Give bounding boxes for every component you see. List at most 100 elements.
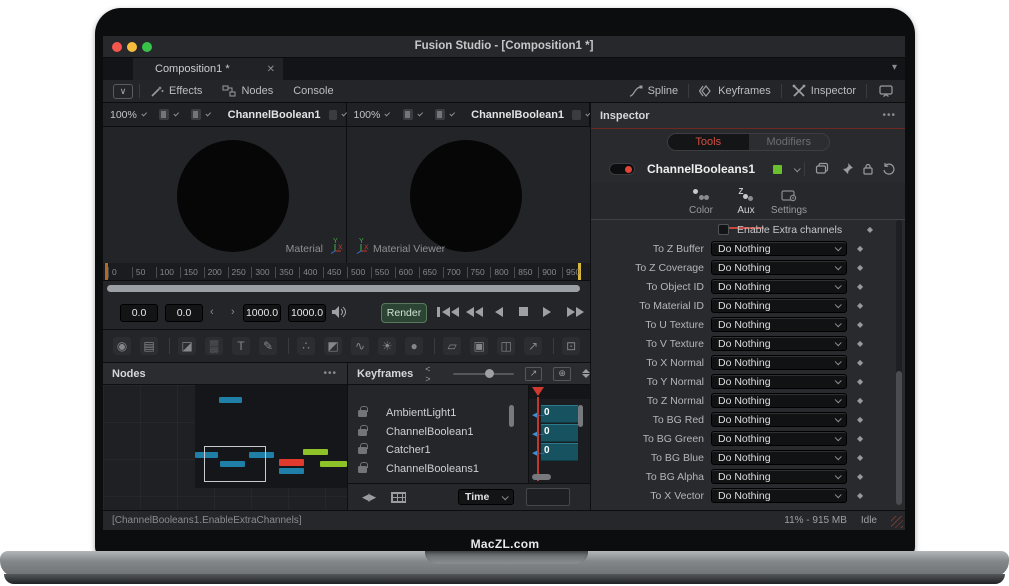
- keyframe-diamond-icon[interactable]: ◆: [857, 472, 863, 481]
- chevron-down-icon[interactable]: [141, 111, 147, 117]
- left-zoom-level[interactable]: 100%: [110, 109, 137, 121]
- merge-icon[interactable]: ▣: [470, 337, 488, 355]
- chevron-down-icon[interactable]: [385, 111, 391, 117]
- keyframe-diamond-icon[interactable]: ◆: [857, 415, 863, 424]
- merge-3d-icon[interactable]: ◫: [497, 337, 515, 355]
- subtab-settings[interactable]: Settings: [767, 187, 811, 216]
- keyframe-diamond-icon[interactable]: ◆: [857, 282, 863, 291]
- right-zoom-level[interactable]: 100%: [354, 109, 381, 121]
- fit-width-icon[interactable]: < >: [425, 364, 441, 384]
- chevron-down-icon[interactable]: [794, 165, 801, 172]
- enable-extra-channels-checkbox[interactable]: [718, 224, 729, 235]
- version-color-swatch[interactable]: [773, 165, 782, 174]
- keyframe-diamond-icon[interactable]: ◆: [867, 225, 873, 234]
- render-button[interactable]: Render: [381, 303, 427, 323]
- tab-composition1[interactable]: Composition1 * ✕: [133, 58, 283, 80]
- chevron-down-icon[interactable]: [206, 111, 212, 117]
- inspector-scrollbar-thumb[interactable]: [896, 371, 902, 505]
- skip-to-start-button[interactable]: [437, 307, 459, 317]
- time-ruler[interactable]: 0501001502002503003504004505005506006507…: [103, 263, 590, 281]
- keyframe-track[interactable]: ◀— 0: [541, 443, 578, 461]
- keyframe-diamond-icon[interactable]: ◆: [857, 453, 863, 462]
- nodes-menu-icon[interactable]: •••: [323, 368, 337, 379]
- list-scrollbar[interactable]: [509, 405, 514, 427]
- play-reverse-button[interactable]: [495, 307, 503, 317]
- timeline-scrollbar-right[interactable]: [578, 405, 583, 427]
- keyframes-list-item[interactable]: ChannelBooleans1: [348, 460, 528, 478]
- global-end-field[interactable]: 1000.0: [288, 304, 326, 322]
- parameter-dropdown[interactable]: Do Nothing: [711, 393, 847, 408]
- lock-icon[interactable]: [861, 162, 875, 176]
- play-button[interactable]: [543, 307, 551, 317]
- step-field[interactable]: 0.0: [165, 304, 203, 322]
- parameter-dropdown[interactable]: Do Nothing: [711, 450, 847, 465]
- keyframes-list-item[interactable]: Catcher1: [348, 441, 528, 459]
- keyframe-diamond-icon[interactable]: ◆: [857, 263, 863, 272]
- mask-icon[interactable]: ∴: [297, 337, 315, 355]
- parameter-dropdown[interactable]: Do Nothing: [711, 431, 847, 446]
- viewer-buffer-icon[interactable]: [572, 110, 581, 120]
- increment-arrow[interactable]: ›: [231, 306, 235, 318]
- navigator-view-frame[interactable]: [204, 446, 266, 482]
- fast-noise-icon[interactable]: ▒: [205, 337, 223, 355]
- chevron-down-icon[interactable]: [173, 111, 179, 117]
- stop-button[interactable]: [519, 307, 528, 316]
- chevron-down-icon[interactable]: [449, 111, 455, 117]
- console-button[interactable]: Console: [283, 80, 343, 102]
- media-io-icon[interactable]: ◉: [113, 337, 131, 355]
- keyframe-track[interactable]: ◀— 0: [541, 424, 578, 442]
- parameter-dropdown[interactable]: Do Nothing: [711, 336, 847, 351]
- keyframe-diamond-icon[interactable]: ◆: [857, 339, 863, 348]
- parameter-dropdown[interactable]: Do Nothing: [711, 488, 847, 503]
- fast-forward-button[interactable]: [567, 307, 584, 317]
- fast-rewind-button[interactable]: [466, 307, 483, 317]
- split-view-icon[interactable]: [403, 109, 413, 120]
- background-icon[interactable]: ◪: [178, 337, 196, 355]
- keyframe-diamond-icon[interactable]: ◆: [857, 396, 863, 405]
- parameter-dropdown[interactable]: Do Nothing: [711, 298, 847, 313]
- resize-icon[interactable]: ↗: [524, 337, 542, 355]
- chevron-down-icon[interactable]: [417, 111, 423, 117]
- viewer-area[interactable]: Material YX YX Material Viewer: [103, 127, 590, 263]
- inspector-menu-icon[interactable]: •••: [882, 110, 896, 121]
- spreadsheet-icon[interactable]: [391, 492, 406, 503]
- range-end-field[interactable]: 1000.0: [243, 304, 281, 322]
- tab-close-icon[interactable]: ✕: [267, 64, 275, 75]
- node-navigator[interactable]: [195, 385, 347, 488]
- parameter-dropdown[interactable]: Do Nothing: [711, 374, 847, 389]
- keyframes-button[interactable]: Keyframes: [689, 80, 781, 102]
- playhead-marker[interactable]: [532, 387, 544, 396]
- subtab-color[interactable]: Color: [679, 187, 723, 216]
- parameter-dropdown[interactable]: Do Nothing: [711, 317, 847, 332]
- color-curves-icon[interactable]: ◩: [324, 337, 342, 355]
- lock-icon[interactable]: [358, 410, 367, 417]
- pin-icon[interactable]: [840, 162, 854, 176]
- inspector-button[interactable]: Inspector: [782, 80, 866, 102]
- current-time-field[interactable]: 0.0: [120, 304, 158, 322]
- keyframe-diamond-icon[interactable]: ◆: [857, 358, 863, 367]
- parameter-dropdown[interactable]: Do Nothing: [711, 412, 847, 427]
- keyframes-list-item[interactable]: ChannelBoolean1: [348, 423, 528, 441]
- expand-icon[interactable]: ⊡: [562, 337, 580, 355]
- viewer-buffer-icon[interactable]: [329, 110, 338, 120]
- keyframes-timeline[interactable]: ◀— 0 ◀— 0 ◀— 0: [529, 385, 590, 483]
- keyframe-diamond-icon[interactable]: ◆: [857, 491, 863, 500]
- keyframe-diamond-icon[interactable]: ◆: [857, 434, 863, 443]
- zoom-slider-handle[interactable]: [485, 369, 494, 378]
- zoom-slider[interactable]: [453, 373, 514, 375]
- node-graph[interactable]: tLight1 Ch: [103, 385, 347, 510]
- reset-history-icon[interactable]: [882, 162, 896, 176]
- sort-icon[interactable]: [582, 369, 590, 378]
- nodes-button[interactable]: Nodes: [212, 80, 283, 102]
- node-tree-icon[interactable]: ▤: [140, 337, 158, 355]
- split-view-icon[interactable]: [159, 109, 169, 120]
- keyframe-track[interactable]: ◀— 0: [541, 405, 578, 423]
- parameter-dropdown[interactable]: Do Nothing: [711, 355, 847, 370]
- node-enable-toggle[interactable]: [609, 163, 635, 175]
- parameter-dropdown[interactable]: Do Nothing: [711, 260, 847, 275]
- keyframe-diamond-icon[interactable]: ◆: [857, 377, 863, 386]
- spline-button[interactable]: Spline: [619, 80, 689, 102]
- zoom-magnifier-icon[interactable]: ⊕: [553, 367, 571, 381]
- parameter-dropdown[interactable]: Do Nothing: [711, 241, 847, 256]
- panel-toggle-button[interactable]: ∨: [113, 84, 133, 99]
